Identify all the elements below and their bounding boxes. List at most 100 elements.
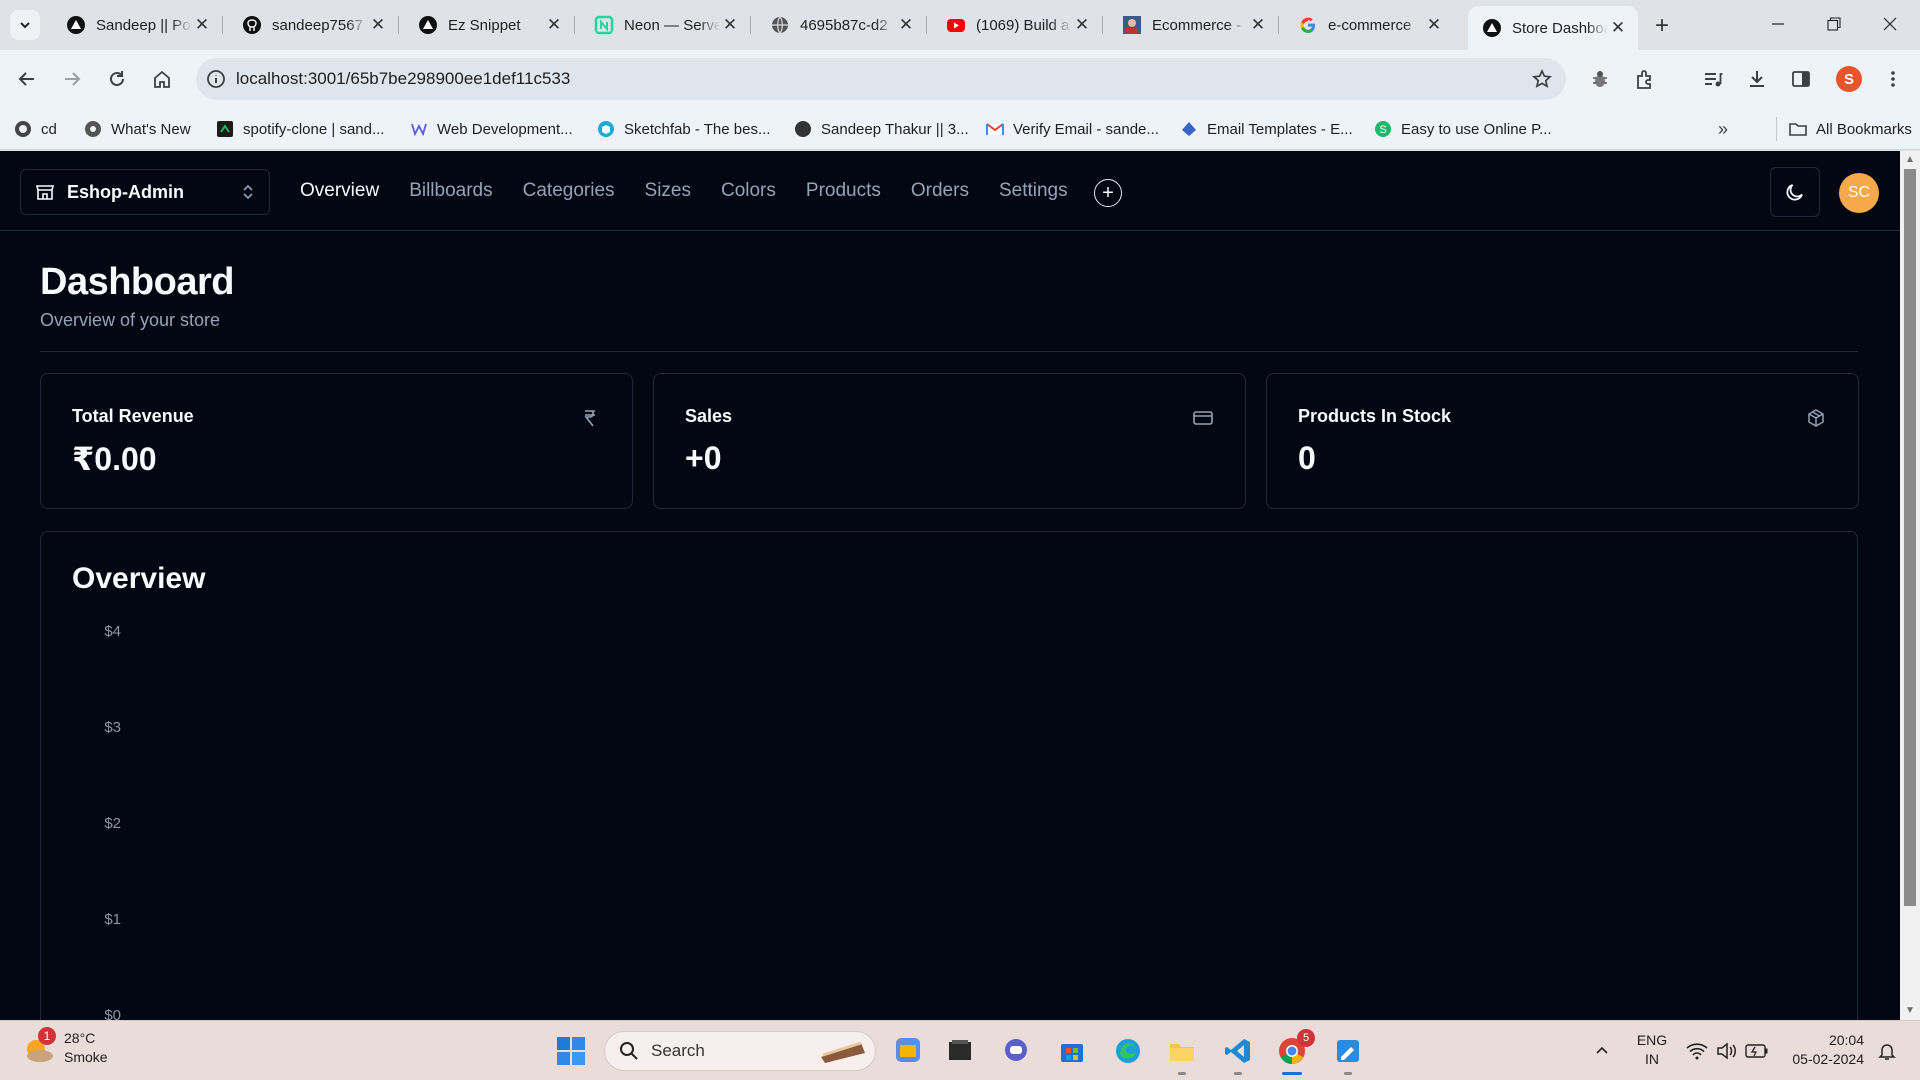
bookmark-item[interactable]: Web Development... xyxy=(410,117,573,141)
file-explorer-dark-icon[interactable] xyxy=(940,1031,980,1071)
notification-bell-icon[interactable] xyxy=(1867,1031,1907,1071)
restore-button[interactable] xyxy=(1806,0,1862,48)
rupee-icon xyxy=(580,408,600,428)
scroll-down-arrow-icon[interactable]: ▼ xyxy=(1905,1006,1915,1016)
page-scrollbar[interactable]: ▲ ▼ xyxy=(1900,151,1920,1020)
paint-app-icon[interactable] xyxy=(1328,1031,1368,1071)
bookmark-item[interactable]: Email Templates - E... xyxy=(1180,117,1353,141)
nav-link-billboards[interactable]: Billboards xyxy=(409,180,492,202)
theme-toggle-button[interactable] xyxy=(1770,167,1820,217)
close-icon[interactable]: ✕ xyxy=(544,15,564,35)
browser-tab[interactable]: Ez Snippet ✕ xyxy=(404,8,575,42)
chrome-taskbar-icon[interactable]: 5 xyxy=(1272,1029,1315,1071)
tab-title: sandeep7567 xyxy=(272,16,363,34)
show-hidden-icons[interactable] xyxy=(1582,1031,1622,1071)
close-icon[interactable]: ✕ xyxy=(192,15,212,35)
microsoft-store-icon[interactable] xyxy=(1052,1031,1092,1071)
file-explorer-icon[interactable] xyxy=(1162,1031,1202,1071)
bookmark-item[interactable]: spotify-clone | sand... xyxy=(216,117,384,141)
browser-tab[interactable]: Ecommerce - ✕ xyxy=(1108,8,1279,42)
nav-link-colors[interactable]: Colors xyxy=(721,180,776,202)
side-panel-icon[interactable] xyxy=(1784,62,1818,96)
tab-search-button[interactable] xyxy=(10,10,40,40)
spotify-clone-icon xyxy=(216,120,234,138)
nav-link-overview[interactable]: Overview xyxy=(300,180,379,202)
triangle-icon xyxy=(418,15,438,35)
all-bookmarks-folder[interactable]: All Bookmarks xyxy=(1776,117,1912,141)
minimize-icon xyxy=(1772,23,1784,25)
vscode-icon[interactable] xyxy=(1218,1031,1258,1071)
edge-browser-icon[interactable] xyxy=(1108,1031,1148,1071)
bookmark-star-icon[interactable] xyxy=(1532,69,1552,89)
bookmark-item[interactable]: cd xyxy=(14,117,57,141)
minimize-button[interactable] xyxy=(1750,0,1806,48)
browser-tab[interactable]: Neon — Serverless Postgres ✕ xyxy=(580,8,751,42)
close-window-button[interactable] xyxy=(1862,0,1918,48)
input-language-indicator[interactable]: ENG IN xyxy=(1630,1031,1674,1069)
windows-taskbar: 1 28°C Smoke Search 5 ENG IN 20:04 05-02… xyxy=(0,1020,1920,1080)
more-bookmarks-chevron[interactable]: » xyxy=(1718,117,1728,141)
media-controls-icon[interactable] xyxy=(1696,62,1730,96)
bookmarks-bar: cd What's New spotify-clone | sand... We… xyxy=(0,108,1920,150)
browser-tab[interactable]: e-commerce ✕ xyxy=(1284,8,1454,42)
start-button[interactable] xyxy=(551,1031,591,1071)
bookmark-item[interactable]: What's New xyxy=(84,117,191,141)
copilot-app-icon[interactable] xyxy=(888,1031,928,1071)
close-icon[interactable]: ✕ xyxy=(1424,15,1444,35)
new-tab-button[interactable]: + xyxy=(1648,12,1676,40)
bookmark-label: spotify-clone | sand... xyxy=(243,120,385,138)
close-icon[interactable]: ✕ xyxy=(720,15,740,35)
scroll-up-arrow-icon[interactable]: ▲ xyxy=(1905,155,1915,165)
teams-chat-icon[interactable] xyxy=(996,1031,1036,1071)
home-button[interactable] xyxy=(145,62,179,96)
profile-avatar[interactable]: S xyxy=(1836,66,1862,92)
nav-link-products[interactable]: Products xyxy=(806,180,881,202)
nav-link-settings[interactable]: Settings xyxy=(999,180,1068,202)
browser-tab[interactable]: sandeep7567 ✕ xyxy=(228,8,399,42)
y-axis-tick-label: $3 xyxy=(104,719,121,736)
bookmark-item[interactable]: Sketchfab - The bes... xyxy=(597,117,770,141)
weather-widget[interactable]: 1 28°C Smoke xyxy=(22,1027,108,1067)
reload-icon xyxy=(110,71,124,86)
close-icon[interactable]: ✕ xyxy=(1608,18,1628,38)
close-icon[interactable]: ✕ xyxy=(368,15,388,35)
add-store-button[interactable]: + xyxy=(1094,179,1122,207)
forward-button[interactable] xyxy=(55,62,89,96)
bug-extension-icon[interactable] xyxy=(1583,62,1617,96)
bookmark-item[interactable]: S Easy to use Online P... xyxy=(1374,117,1552,141)
weather-sun-icon: 1 xyxy=(22,1027,56,1065)
browser-tab-active[interactable]: Store Dashboard ✕ xyxy=(1468,6,1638,50)
page-title: Dashboard xyxy=(40,261,234,303)
bookmark-label: What's New xyxy=(111,120,191,138)
user-avatar[interactable]: SC xyxy=(1839,173,1879,213)
close-icon[interactable]: ✕ xyxy=(1072,15,1092,35)
nav-link-orders[interactable]: Orders xyxy=(911,180,969,202)
back-button[interactable] xyxy=(10,62,44,96)
battery-icon[interactable] xyxy=(1737,1031,1777,1071)
close-icon[interactable]: ✕ xyxy=(1248,15,1268,35)
extensions-icon[interactable] xyxy=(1628,62,1662,96)
more-menu-icon[interactable] xyxy=(1876,62,1910,96)
scrollbar-thumb[interactable] xyxy=(1904,169,1916,906)
browser-tab[interactable]: Sandeep || Portfolio ✕ xyxy=(52,8,223,42)
address-bar[interactable]: localhost:3001/65b7be298900ee1def11c533 xyxy=(196,58,1566,100)
browser-tab[interactable]: 4695b87c-d2 ✕ xyxy=(756,8,927,42)
site-info-icon[interactable] xyxy=(206,69,226,89)
chart-title: Overview xyxy=(72,562,206,595)
nav-link-categories[interactable]: Categories xyxy=(523,180,615,202)
browser-tab[interactable]: (1069) Build a ✕ xyxy=(932,8,1103,42)
bookmark-label: cd xyxy=(41,120,57,138)
download-icon[interactable] xyxy=(1740,62,1774,96)
dashboard-page: Eshop-Admin Overview Billboards Categori… xyxy=(0,151,1900,1020)
taskbar-search[interactable]: Search xyxy=(604,1031,876,1071)
clock[interactable]: 20:04 05-02-2024 xyxy=(1780,1031,1864,1069)
bookmark-label: Easy to use Online P... xyxy=(1401,120,1552,138)
close-icon[interactable]: ✕ xyxy=(896,15,916,35)
nav-link-sizes[interactable]: Sizes xyxy=(645,180,691,202)
reload-button[interactable] xyxy=(100,62,134,96)
store-switcher[interactable]: Eshop-Admin xyxy=(20,169,270,215)
bookmark-item[interactable]: Sandeep Thakur || 3... xyxy=(794,117,969,141)
url-text: localhost:3001/65b7be298900ee1def11c533 xyxy=(236,69,571,88)
tab-title: e-commerce xyxy=(1328,16,1412,34)
bookmark-item[interactable]: Verify Email - sande... xyxy=(986,117,1159,141)
